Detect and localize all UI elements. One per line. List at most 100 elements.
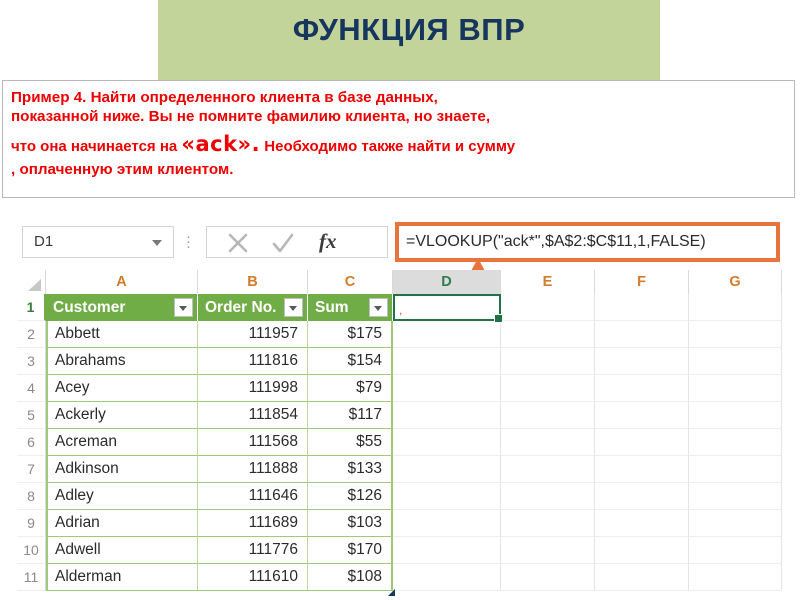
select-all-corner[interactable] [17,270,46,294]
cell-e8[interactable] [501,483,595,510]
cell-g4[interactable] [689,375,782,402]
enter-icon[interactable] [270,230,300,256]
cell-e2[interactable] [501,321,595,348]
row-header-11[interactable]: 11 [17,564,46,591]
cell-d9[interactable] [393,510,501,537]
cell-order-no[interactable]: 111568 [198,429,308,456]
row-header-10[interactable]: 10 [17,537,46,564]
cell-f9[interactable] [595,510,689,537]
cell-order-no[interactable]: 111888 [198,456,308,483]
cell-g10[interactable] [689,537,782,564]
cell-g2[interactable] [689,321,782,348]
cell-g11[interactable] [689,564,782,591]
cell-customer[interactable]: Adkinson [46,456,198,483]
row-header-4[interactable]: 4 [17,375,46,402]
row-header-2[interactable]: 2 [17,321,46,348]
cell-d8[interactable] [393,483,501,510]
cell-e4[interactable] [501,375,595,402]
cell-d6[interactable] [393,429,501,456]
cell-e9[interactable] [501,510,595,537]
cell-f4[interactable] [595,375,689,402]
cell-customer[interactable]: Adley [46,483,198,510]
cell-e11[interactable] [501,564,595,591]
cell-e10[interactable] [501,537,595,564]
cell-d2[interactable] [393,321,501,348]
cell-sum[interactable]: $175 [308,321,393,348]
cell-d11[interactable] [393,564,501,591]
column-header-a[interactable]: A [46,270,198,294]
chevron-down-icon[interactable] [152,240,162,246]
cell-customer[interactable]: Abrahams [46,348,198,375]
cell-sum[interactable]: $154 [308,348,393,375]
column-header-e[interactable]: E [501,270,595,294]
cell-f1[interactable] [595,294,689,321]
cell-f8[interactable] [595,483,689,510]
filter-dropdown-icon-order[interactable] [284,298,303,317]
formula-input[interactable]: =VLOOKUP("ack*",$A$2:$C$11,1,FALSE) [395,222,780,262]
cell-e7[interactable] [501,456,595,483]
row-header-7[interactable]: 7 [17,456,46,483]
cell-g3[interactable] [689,348,782,375]
cell-f11[interactable] [595,564,689,591]
column-header-b[interactable]: B [198,270,308,294]
cell-order-no[interactable]: 111689 [198,510,308,537]
cell-g8[interactable] [689,483,782,510]
cell-sum[interactable]: $108 [308,564,393,591]
table-resize-handle[interactable] [388,589,395,596]
name-box[interactable]: D1 [22,226,174,258]
cell-order-no[interactable]: 111816 [198,348,308,375]
filter-dropdown-icon-customer[interactable] [174,298,193,317]
row-header-1[interactable]: 1 [17,294,46,321]
row-header-3[interactable]: 3 [17,348,46,375]
cell-sum[interactable]: $126 [308,483,393,510]
column-header-d[interactable]: D [393,270,501,294]
cell-f6[interactable] [595,429,689,456]
cell-g5[interactable] [689,402,782,429]
fill-handle[interactable] [494,314,503,323]
cell-order-no[interactable]: 111776 [198,537,308,564]
cell-g6[interactable] [689,429,782,456]
cell-e1[interactable] [501,294,595,321]
cell-sum[interactable]: $133 [308,456,393,483]
cell-sum[interactable]: $170 [308,537,393,564]
cell-g1[interactable] [689,294,782,321]
cell-d4[interactable] [393,375,501,402]
cell-sum[interactable]: $117 [308,402,393,429]
cell-customer[interactable]: Alderman [46,564,198,591]
cell-f2[interactable] [595,321,689,348]
cell-customer[interactable]: Abbett [46,321,198,348]
column-header-c[interactable]: C [308,270,393,294]
cell-customer[interactable]: Adwell [46,537,198,564]
cancel-icon[interactable] [225,230,255,256]
column-header-f[interactable]: F [595,270,689,294]
cell-f5[interactable] [595,402,689,429]
row-header-6[interactable]: 6 [17,429,46,456]
selected-cell-d1[interactable]: , [393,294,503,323]
cell-order-no[interactable]: 111998 [198,375,308,402]
cell-order-no[interactable]: 111957 [198,321,308,348]
cell-d3[interactable] [393,348,501,375]
row-header-5[interactable]: 5 [17,402,46,429]
cell-order-no[interactable]: 111646 [198,483,308,510]
cell-order-no[interactable]: 111854 [198,402,308,429]
row-header-9[interactable]: 9 [17,510,46,537]
cell-e3[interactable] [501,348,595,375]
row-header-8[interactable]: 8 [17,483,46,510]
filter-dropdown-icon-sum[interactable] [369,298,388,317]
cell-d7[interactable] [393,456,501,483]
cell-e6[interactable] [501,429,595,456]
cell-e5[interactable] [501,402,595,429]
cell-f10[interactable] [595,537,689,564]
cell-f7[interactable] [595,456,689,483]
cell-sum[interactable]: $79 [308,375,393,402]
cell-customer[interactable]: Acey [46,375,198,402]
cell-customer[interactable]: Adrian [46,510,198,537]
cell-d10[interactable] [393,537,501,564]
cell-d5[interactable] [393,402,501,429]
cell-customer[interactable]: Ackerly [46,402,198,429]
insert-function-icon[interactable]: fx [319,229,337,254]
cell-f3[interactable] [595,348,689,375]
cell-g7[interactable] [689,456,782,483]
cell-g9[interactable] [689,510,782,537]
cell-customer[interactable]: Acreman [46,429,198,456]
